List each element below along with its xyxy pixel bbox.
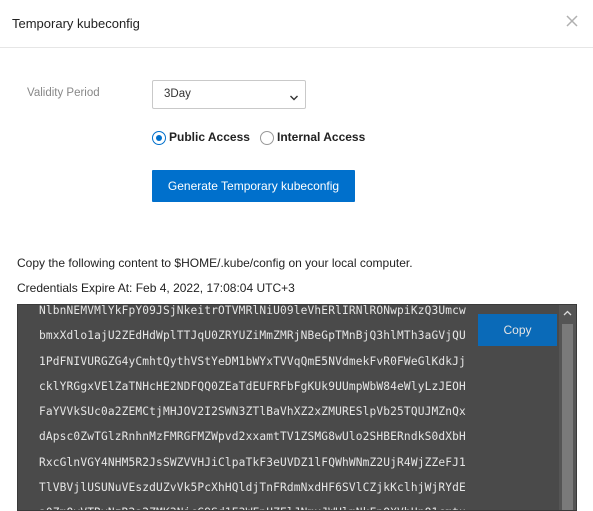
dialog-title: Temporary kubeconfig (12, 16, 140, 31)
copy-button[interactable]: Copy (478, 314, 557, 346)
code-line: NlbnNEMVMlYkFpY09JSjNkeitrOTVMRlNiU09leV… (39, 304, 466, 317)
generate-kubeconfig-button[interactable]: Generate Temporary kubeconfig (152, 170, 355, 202)
radio-internal-access[interactable]: Internal Access (260, 130, 370, 146)
validity-period-label: Validity Period (27, 87, 100, 99)
radio-label: Public Access (169, 130, 250, 144)
radio-label: Internal Access (277, 130, 366, 144)
code-line: a0ZmQyVTRvNzR2a2ZMK3NjcG9Sd1E3WFpUZElJNm… (39, 500, 539, 510)
scrollbar[interactable] (559, 305, 576, 510)
credentials-expire-text: Credentials Expire At: Feb 4, 2022, 17:0… (17, 281, 295, 295)
close-icon[interactable] (563, 12, 581, 30)
radio-circle (260, 131, 274, 145)
scroll-up-arrow-icon[interactable] (559, 305, 576, 322)
code-line: FaYVVkSUc0a2ZEMCtjMHJOV2I2SWN3ZTlBaVhXZ2… (39, 405, 466, 419)
validity-period-select[interactable]: 3Day (152, 80, 306, 109)
code-line: dApsc0ZwTGlzRnhnMzFMRGFMZWpvd2xxamtTV1ZS… (39, 430, 466, 444)
validity-period-value: 3Day (164, 88, 191, 100)
code-lines: NlbnNEMVMlYkFpY09JSjNkeitrOTVMRlNiU09leV… (39, 304, 539, 510)
dialog-header: Temporary kubeconfig (0, 0, 593, 48)
code-line: RxcGlnVGY4NHM5R2JsSWZVVHJiClpaTkF3eUVDZ1… (39, 455, 466, 469)
radio-circle (152, 131, 166, 145)
code-line: 1PdFNIVURGZG4yCmhtQythVStYeDM1bWYxTVVqQm… (39, 354, 466, 368)
code-line: bmxXdlo1ajU2ZEdHdWplTTJqU0ZRYUZiMmZMRjNB… (39, 329, 466, 343)
chevron-down-icon (289, 90, 299, 108)
code-line: TlVBVjlUSUNuVEszdUZvVk5PcXhHQldjTnFRdmNx… (39, 481, 466, 495)
code-line: cklYRGgxVElZaTNHcHE2NDFQQ0ZEaTdEUFRFbFgK… (39, 379, 466, 393)
copy-instruction: Copy the following content to $HOME/.kub… (17, 256, 413, 270)
kubeconfig-dialog: Temporary kubeconfig Validity Period 3Da… (0, 0, 593, 511)
radio-public-access[interactable]: Public Access (152, 130, 250, 146)
scrollbar-thumb[interactable] (562, 324, 573, 510)
kubeconfig-content[interactable]: NlbnNEMVMlYkFpY09JSjNkeitrOTVMRlNiU09leV… (17, 304, 577, 511)
